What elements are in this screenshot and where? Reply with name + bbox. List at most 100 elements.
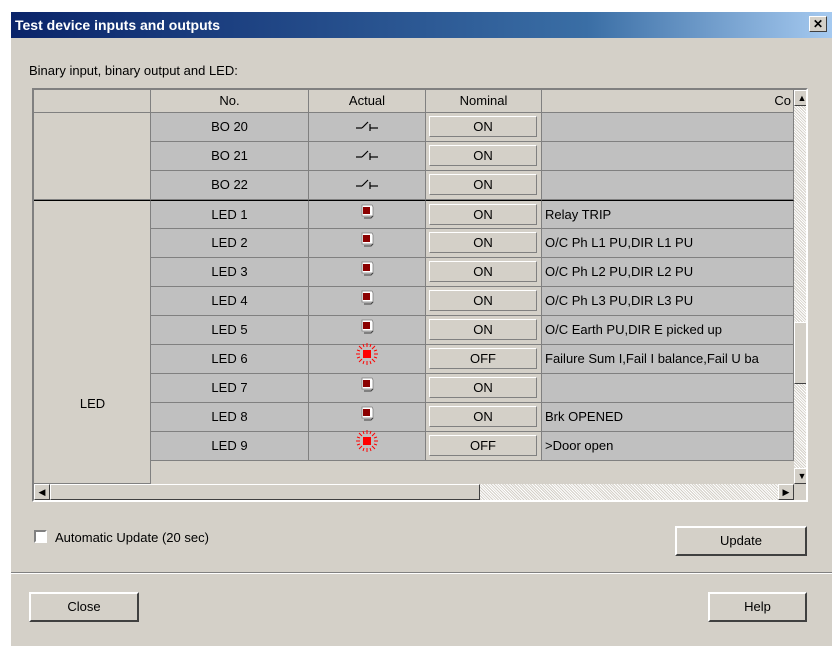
- table-row: LED 3 ON O/C Ph L2 PU,DIR L2 PU: [151, 258, 794, 287]
- nominal-toggle-button[interactable]: ON: [429, 290, 537, 311]
- table-row: LED 4 ON O/C Ph L3 PU,DIR L3 PU: [151, 287, 794, 316]
- nominal-toggle-button[interactable]: ON: [429, 116, 537, 137]
- cell-comment: O/C Ph L3 PU,DIR L3 PU: [542, 287, 794, 316]
- led-off-icon: [359, 287, 375, 315]
- close-button[interactable]: Close: [29, 592, 139, 622]
- cell-comment: Brk OPENED: [542, 403, 794, 432]
- cell-actual: [309, 229, 426, 258]
- scroll-left-button[interactable]: ◀: [34, 484, 50, 500]
- cell-actual: [309, 374, 426, 403]
- cell-actual: [309, 430, 426, 462]
- cell-comment: >Door open: [542, 432, 794, 461]
- header-group: [34, 90, 151, 113]
- led-off-icon: [359, 258, 375, 286]
- header-actual: Actual: [309, 90, 426, 113]
- cell-nominal: ON: [426, 287, 542, 316]
- cell-no: LED 3: [151, 258, 309, 287]
- cell-no: BO 21: [151, 142, 309, 171]
- group-cell-bo: [34, 113, 151, 200]
- nominal-toggle-button[interactable]: ON: [429, 319, 537, 340]
- cell-no: LED 2: [151, 229, 309, 258]
- cell-nominal: ON: [426, 171, 542, 200]
- auto-update-checkbox[interactable]: [34, 530, 47, 543]
- table-row: BO 20 ON: [151, 113, 794, 142]
- divider: [11, 572, 832, 574]
- cell-actual: [309, 142, 426, 171]
- help-button[interactable]: Help: [708, 592, 807, 622]
- horizontal-scrollbar[interactable]: ◀ ▶: [34, 484, 794, 500]
- table-row: BO 21 ON: [151, 142, 794, 171]
- header-comment: Co: [542, 90, 794, 113]
- relay-contact-icon: [355, 113, 379, 141]
- led-off-icon: [359, 316, 375, 344]
- cell-actual: [309, 200, 426, 229]
- table-row: LED 9 OFF >Door open: [151, 430, 794, 462]
- cell-comment: [542, 142, 794, 171]
- cell-nominal: ON: [426, 258, 542, 287]
- led-lit-icon: [356, 343, 378, 375]
- title-bar: Test device inputs and outputs ✕: [11, 12, 832, 38]
- cell-no: LED 5: [151, 316, 309, 345]
- nominal-toggle-button[interactable]: ON: [429, 261, 537, 282]
- cell-actual: [309, 113, 426, 142]
- cell-actual: [309, 171, 426, 200]
- horizontal-scroll-thumb[interactable]: [50, 484, 480, 500]
- table-row: LED 2 ON O/C Ph L1 PU,DIR L1 PU: [151, 229, 794, 258]
- cell-nominal: OFF: [426, 345, 542, 374]
- table-row: LED 6 OFF Failure Sum I,Fail I balance,Fai…: [151, 343, 794, 375]
- nominal-toggle-button[interactable]: ON: [429, 145, 537, 166]
- relay-contact-icon: [355, 142, 379, 170]
- nominal-toggle-button[interactable]: OFF: [429, 348, 537, 369]
- table-row: LED 7 ON: [151, 374, 794, 403]
- cell-comment: Relay TRIP: [542, 200, 794, 229]
- cell-actual: [309, 316, 426, 345]
- dialog-title: Test device inputs and outputs: [15, 17, 221, 33]
- led-off-icon: [359, 374, 375, 402]
- scroll-right-button[interactable]: ▶: [778, 484, 794, 500]
- cell-no: LED 8: [151, 403, 309, 432]
- cell-comment: O/C Earth PU,DIR E picked up: [542, 316, 794, 345]
- cell-nominal: ON: [426, 142, 542, 171]
- nominal-toggle-button[interactable]: ON: [429, 174, 537, 195]
- cell-comment: [542, 113, 794, 142]
- led-off-icon: [359, 229, 375, 257]
- table-row: LED 5 ON O/C Earth PU,DIR E picked up: [151, 316, 794, 345]
- nominal-toggle-button[interactable]: ON: [429, 232, 537, 253]
- cell-no: BO 22: [151, 171, 309, 200]
- table-row: LED 8 ON Brk OPENED: [151, 403, 794, 432]
- update-button[interactable]: Update: [675, 526, 807, 556]
- cell-no: LED 4: [151, 287, 309, 316]
- cell-nominal: ON: [426, 403, 542, 432]
- cell-no: LED 7: [151, 374, 309, 403]
- cell-actual: [309, 287, 426, 316]
- led-off-icon: [359, 201, 375, 229]
- scroll-down-button[interactable]: ▼: [794, 468, 806, 484]
- group-cell-led: LED: [34, 200, 151, 484]
- cell-nominal: ON: [426, 316, 542, 345]
- cell-comment: [542, 171, 794, 200]
- cell-comment: O/C Ph L2 PU,DIR L2 PU: [542, 258, 794, 287]
- cell-no: LED 6: [151, 345, 309, 374]
- cell-nominal: ON: [426, 200, 542, 229]
- vertical-scroll-thumb[interactable]: [794, 322, 806, 384]
- cell-nominal: ON: [426, 229, 542, 258]
- scroll-up-button[interactable]: ▲: [794, 90, 806, 106]
- nominal-toggle-button[interactable]: OFF: [429, 435, 537, 456]
- cell-nominal: ON: [426, 113, 542, 142]
- header-no: No.: [151, 90, 309, 113]
- nominal-toggle-button[interactable]: ON: [429, 204, 537, 225]
- header-nominal: Nominal: [426, 90, 542, 113]
- cell-nominal: OFF: [426, 432, 542, 461]
- nominal-toggle-button[interactable]: ON: [429, 406, 537, 427]
- scrollbar-corner: [794, 484, 806, 500]
- cell-actual: [309, 403, 426, 432]
- cell-actual: [309, 343, 426, 375]
- led-lit-icon: [356, 430, 378, 462]
- nominal-toggle-button[interactable]: ON: [429, 377, 537, 398]
- cell-no: BO 20: [151, 113, 309, 142]
- cell-nominal: ON: [426, 374, 542, 403]
- io-table: No. Actual Nominal Co LED BO 20 ON BO 21 ON…: [32, 88, 808, 502]
- vertical-scrollbar[interactable]: ▲ ▼: [794, 90, 806, 484]
- auto-update-label: Automatic Update (20 sec): [55, 530, 209, 545]
- close-window-button[interactable]: ✕: [809, 16, 827, 32]
